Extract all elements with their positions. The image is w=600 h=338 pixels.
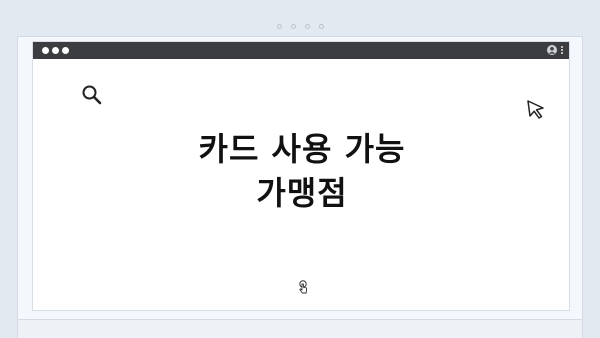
- kebab-menu-icon[interactable]: [561, 46, 563, 54]
- page-dot[interactable]: [304, 24, 310, 29]
- user-icon[interactable]: [547, 45, 557, 55]
- page-dot[interactable]: [276, 24, 282, 29]
- headline-line-1: 카드 사용 가능: [198, 130, 406, 168]
- page-dot[interactable]: [290, 24, 296, 29]
- frame-bottom: [17, 320, 583, 338]
- browser-window: 카드 사용 가능 가맹점: [32, 41, 570, 311]
- headline: 카드 사용 가능 가맹점: [33, 127, 571, 215]
- cursor-icon: [527, 100, 544, 119]
- page-indicator: [0, 24, 600, 29]
- search-icon: [82, 85, 102, 105]
- window-titlebar: [33, 42, 569, 59]
- page-dot[interactable]: [318, 24, 324, 29]
- headline-line-2: 가맹점: [256, 174, 348, 212]
- window-dot[interactable]: [62, 47, 69, 54]
- window-dot[interactable]: [42, 47, 49, 54]
- window-controls: [42, 47, 69, 54]
- touch-icon: [299, 280, 308, 294]
- window-dot[interactable]: [52, 47, 59, 54]
- titlebar-actions: [547, 45, 563, 55]
